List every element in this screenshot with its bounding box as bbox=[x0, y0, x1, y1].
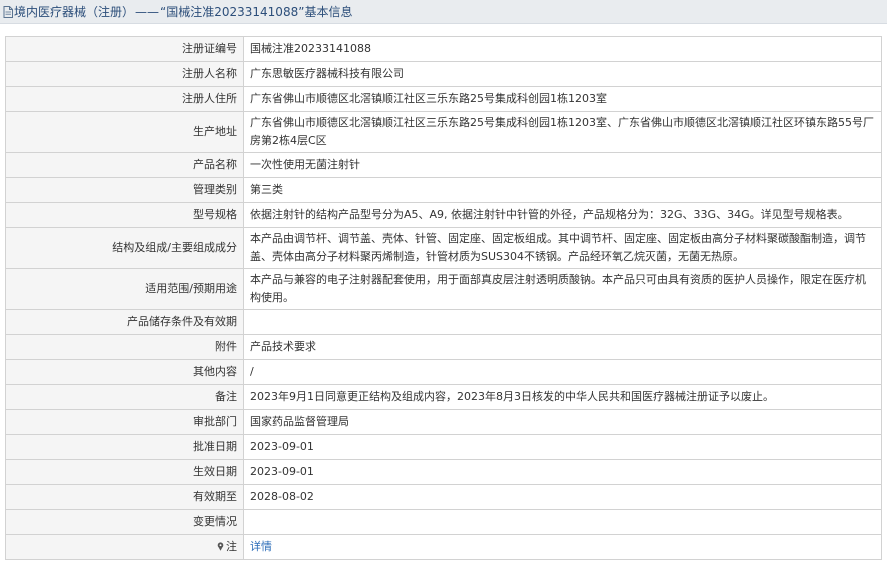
value-structure: 本产品由调节杆、调节盖、壳体、针管、固定座、固定板组成。其中调节杆、固定座、固定… bbox=[243, 227, 882, 269]
title-suffix: 基本信息 bbox=[304, 5, 353, 19]
value-expiry-date: 2028-08-02 bbox=[243, 484, 882, 510]
label-production-site: 生产地址 bbox=[5, 111, 244, 153]
label-other: 其他内容 bbox=[5, 359, 244, 385]
label-registrant: 注册人名称 bbox=[5, 61, 244, 87]
details-table: 注册证编号 国械注准20233141088 注册人名称 广东思敏医疗器械科技有限… bbox=[5, 36, 882, 560]
value-attachment: 产品技术要求 bbox=[243, 334, 882, 360]
label-reg-no: 注册证编号 bbox=[5, 36, 244, 62]
row-structure: 结构及组成/主要组成成分 本产品由调节杆、调节盖、壳体、针管、固定座、固定板组成… bbox=[5, 227, 882, 269]
row-expiry-date: 有效期至 2028-08-02 bbox=[5, 484, 882, 510]
title-separator: —— bbox=[135, 4, 160, 19]
row-mgmt-class: 管理类别 第三类 bbox=[5, 177, 882, 203]
row-product-name: 产品名称 一次性使用无菌注射针 bbox=[5, 152, 882, 178]
row-model-spec: 型号规格 依据注射针的结构产品型号分为A5、A9, 依据注射针中针管的外径，产品… bbox=[5, 202, 882, 228]
row-registrant: 注册人名称 广东思敏医疗器械科技有限公司 bbox=[5, 61, 882, 87]
value-scope: 本产品与兼容的电子注射器配套使用，用于面部真皮层注射透明质酸钠。本产品只可由具有… bbox=[243, 268, 882, 310]
row-attachment: 附件 产品技术要求 bbox=[5, 334, 882, 360]
row-scope: 适用范围/预期用途 本产品与兼容的电子注射器配套使用，用于面部真皮层注射透明质酸… bbox=[5, 268, 882, 310]
label-note-cell: 注 bbox=[5, 534, 244, 560]
title-cert-number: “国械注准20233141088” bbox=[160, 5, 305, 19]
label-scope: 适用范围/预期用途 bbox=[5, 268, 244, 310]
value-storage bbox=[243, 309, 882, 335]
row-reg-no: 注册证编号 国械注准20233141088 bbox=[5, 36, 882, 62]
row-storage: 产品储存条件及有效期 bbox=[5, 309, 882, 335]
label-changes: 变更情况 bbox=[5, 509, 244, 535]
label-approval-dept: 审批部门 bbox=[5, 409, 244, 435]
row-approval-date: 批准日期 2023-09-01 bbox=[5, 434, 882, 460]
label-expiry-date: 有效期至 bbox=[5, 484, 244, 510]
title-prefix: 境内医疗器械（注册） bbox=[14, 5, 135, 19]
details-link[interactable]: 详情 bbox=[250, 540, 272, 553]
label-note: 注 bbox=[226, 540, 237, 553]
value-effective-date: 2023-09-01 bbox=[243, 459, 882, 485]
row-changes: 变更情况 bbox=[5, 509, 882, 535]
value-product-name: 一次性使用无菌注射针 bbox=[243, 152, 882, 178]
label-model-spec: 型号规格 bbox=[5, 202, 244, 228]
value-address: 广东省佛山市顺德区北滘镇顺江社区三乐东路25号集成科创园1栋1203室 bbox=[243, 86, 882, 112]
row-address: 注册人住所 广东省佛山市顺德区北滘镇顺江社区三乐东路25号集成科创园1栋1203… bbox=[5, 86, 882, 112]
label-approval-date: 批准日期 bbox=[5, 434, 244, 460]
row-effective-date: 生效日期 2023-09-01 bbox=[5, 459, 882, 485]
label-storage: 产品储存条件及有效期 bbox=[5, 309, 244, 335]
row-other: 其他内容 / bbox=[5, 359, 882, 385]
label-attachment: 附件 bbox=[5, 334, 244, 360]
value-other: / bbox=[243, 359, 882, 385]
label-address: 注册人住所 bbox=[5, 86, 244, 112]
label-product-name: 产品名称 bbox=[5, 152, 244, 178]
value-changes bbox=[243, 509, 882, 535]
value-note-cell: 详情 bbox=[243, 534, 882, 560]
value-reg-no: 国械注准20233141088 bbox=[243, 36, 882, 62]
value-remarks: 2023年9月1日同意更正结构及组成内容，2023年8月3日核发的中华人民共和国… bbox=[243, 384, 882, 410]
label-mgmt-class: 管理类别 bbox=[5, 177, 244, 203]
value-model-spec: 依据注射针的结构产品型号分为A5、A9, 依据注射针中针管的外径，产品规格分为：… bbox=[243, 202, 882, 228]
row-note: 注 详情 bbox=[5, 534, 882, 560]
document-icon bbox=[3, 5, 13, 18]
label-remarks: 备注 bbox=[5, 384, 244, 410]
label-effective-date: 生效日期 bbox=[5, 459, 244, 485]
value-approval-date: 2023-09-01 bbox=[243, 434, 882, 460]
row-remarks: 备注 2023年9月1日同意更正结构及组成内容，2023年8月3日核发的中华人民… bbox=[5, 384, 882, 410]
pin-icon bbox=[217, 542, 224, 551]
value-mgmt-class: 第三类 bbox=[243, 177, 882, 203]
value-approval-dept: 国家药品监督管理局 bbox=[243, 409, 882, 435]
row-production-site: 生产地址 广东省佛山市顺德区北滘镇顺江社区三乐东路25号集成科创园1栋1203室… bbox=[5, 111, 882, 153]
page-title-bar: 境内医疗器械（注册） —— “国械注准20233141088” 基本信息 bbox=[0, 0, 887, 24]
label-structure: 结构及组成/主要组成成分 bbox=[5, 227, 244, 269]
row-approval-dept: 审批部门 国家药品监督管理局 bbox=[5, 409, 882, 435]
value-registrant: 广东思敏医疗器械科技有限公司 bbox=[243, 61, 882, 87]
value-production-site: 广东省佛山市顺德区北滘镇顺江社区三乐东路25号集成科创园1栋1203室、广东省佛… bbox=[243, 111, 882, 153]
